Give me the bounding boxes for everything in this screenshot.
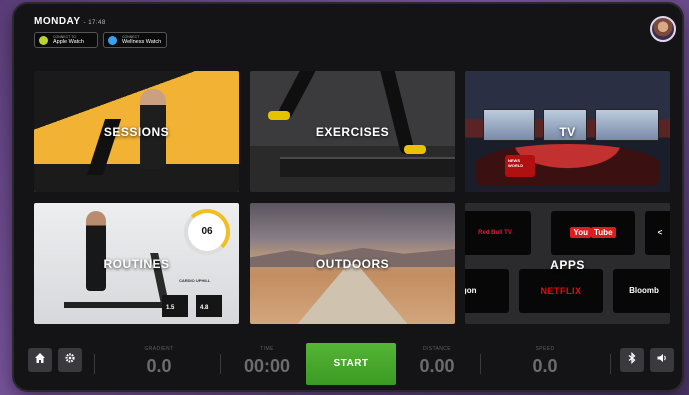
tile-label: OUTDOORS xyxy=(315,256,390,271)
tile-tv[interactable]: NEWS WORLD TV xyxy=(465,71,670,192)
mini-stat: 1.5 xyxy=(162,295,188,317)
time-label: - 17:48 xyxy=(83,20,106,26)
mini-stat: 4.8 xyxy=(196,295,222,317)
gradient-metric: GRADIENT 0.0 xyxy=(144,346,174,376)
day-label: MONDAY xyxy=(34,16,81,27)
wellness-watch-icon xyxy=(108,36,117,45)
tile-label: ROUTINES xyxy=(103,256,170,271)
tile-label: EXERCISES xyxy=(315,124,390,139)
day-time-header: MONDAY - 17:48 xyxy=(34,16,106,27)
app-youtube: You Tube xyxy=(551,211,635,255)
tile-label: SESSIONS xyxy=(103,124,170,139)
app-redbull-tv: Red Bull TV xyxy=(465,211,531,255)
progress-ring: 06 xyxy=(184,209,230,255)
distance-metric: DISTANCE 0.00 xyxy=(419,346,455,376)
news-logo: NEWS WORLD xyxy=(505,155,535,177)
user-avatar[interactable] xyxy=(650,16,676,42)
speed-metric: SPEED 0.0 xyxy=(532,346,558,376)
tile-exercises[interactable]: EXERCISES xyxy=(250,71,455,192)
tile-sessions[interactable]: SESSIONS xyxy=(34,71,239,192)
home-button[interactable] xyxy=(28,348,52,372)
treadmill-console: MONDAY - 17:48 CONNECT TO Apple Watch CON… xyxy=(14,4,682,390)
wellness-watch-connect-button[interactable]: CONNECT Wellness Watch xyxy=(103,32,167,48)
news-desk xyxy=(475,144,660,186)
tile-label: TV xyxy=(559,124,576,139)
app-netflix: NETFLIX xyxy=(519,269,603,313)
apple-watch-connect-button[interactable]: CONNECT TO Apple Watch xyxy=(34,32,98,48)
apple-watch-icon xyxy=(39,36,48,45)
runner-figure xyxy=(86,211,106,291)
desert-road xyxy=(297,264,408,324)
home-icon xyxy=(35,353,45,363)
start-button[interactable]: START xyxy=(306,343,396,385)
tile-outdoors[interactable]: OUTDOORS xyxy=(250,203,455,324)
volume-button[interactable] xyxy=(650,348,674,372)
tile-label: APPS xyxy=(550,258,585,272)
settings-button[interactable] xyxy=(58,348,82,372)
time-metric: TIME 00:00 xyxy=(243,346,291,376)
volume-icon xyxy=(657,354,666,362)
tile-routines[interactable]: 06 CARDIO UPHILL 1.5 4.8 ROUTINES xyxy=(34,203,239,324)
app-bloomberg: Bloomb xyxy=(613,269,670,313)
bluetooth-button[interactable] xyxy=(620,348,644,372)
routine-caption: CARDIO UPHILL xyxy=(179,278,211,283)
app-partial: < xyxy=(645,211,670,255)
bottom-control-bar: GRADIENT 0.0 TIME 00:00 START DISTANCE 0… xyxy=(14,340,682,390)
app-partial: ygon xyxy=(465,269,509,313)
tile-apps[interactable]: Red Bull TV YouTube < ygon NETFLIX Bloom… xyxy=(465,203,670,324)
bluetooth-icon xyxy=(628,351,636,365)
gear-icon xyxy=(65,353,75,363)
